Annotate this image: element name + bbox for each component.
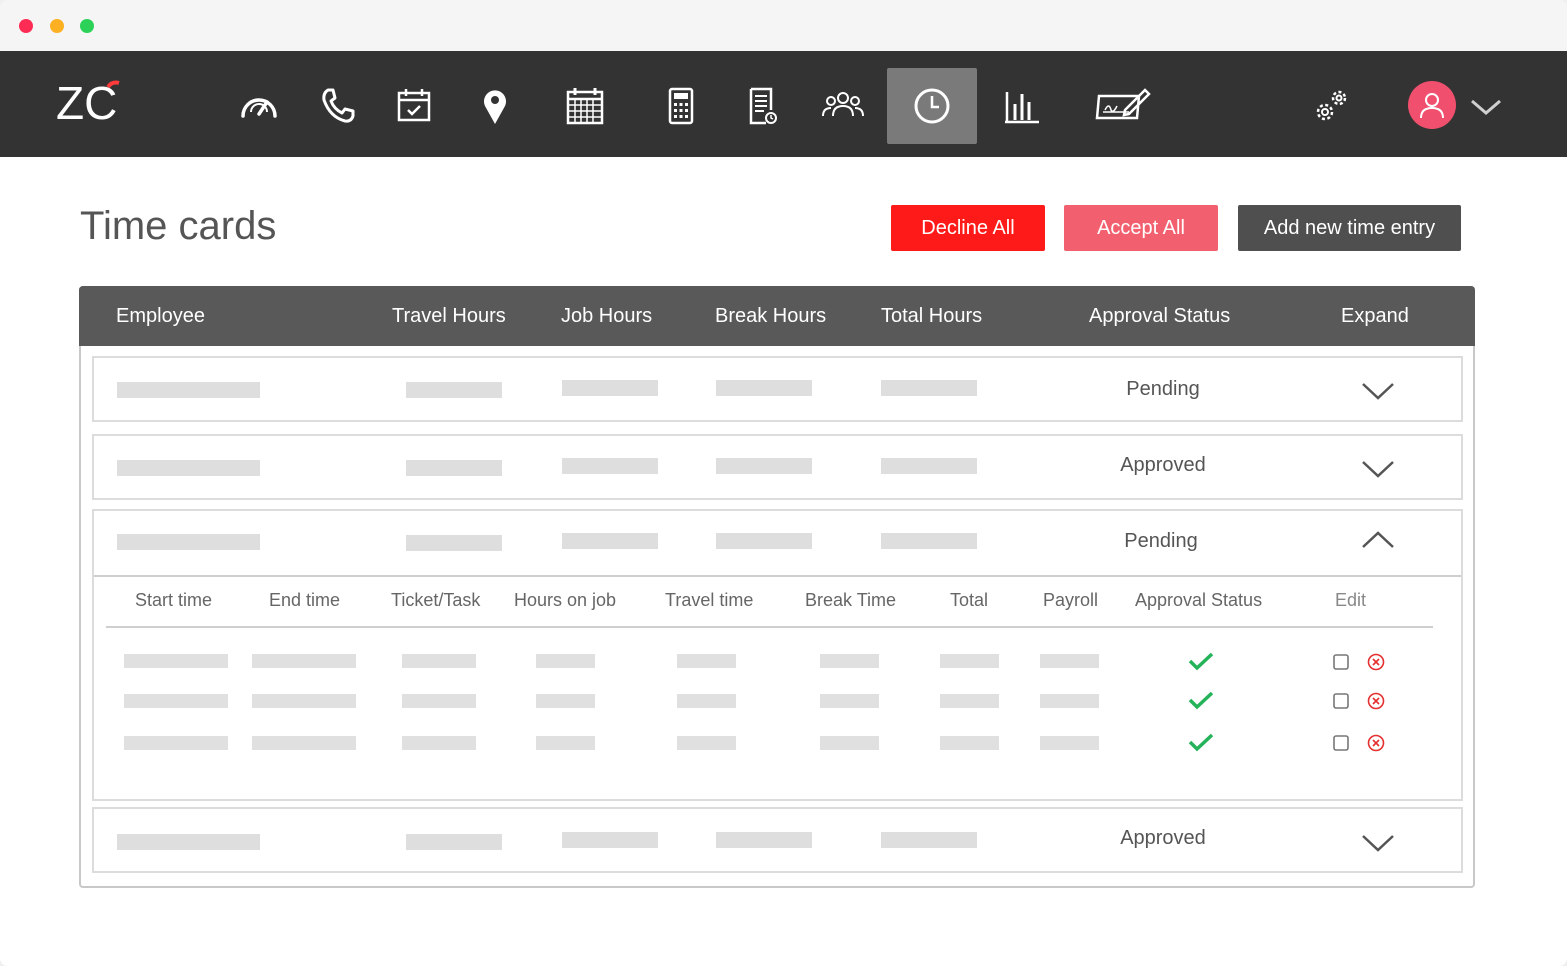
accept-all-button[interactable]: Accept All — [1064, 205, 1218, 251]
header-travel-hours[interactable]: Travel Hours — [392, 286, 506, 346]
table-row[interactable]: Pending — [92, 356, 1463, 422]
total-hours-placeholder — [881, 458, 977, 474]
travel-hours-placeholder — [406, 460, 502, 476]
invoice-icon — [749, 87, 777, 125]
dashboard-nav[interactable] — [214, 68, 304, 144]
chevron-down-icon[interactable] — [1468, 89, 1504, 125]
contracts-nav[interactable] — [1078, 68, 1168, 144]
table-row-expanded[interactable]: Pending Start time End time Ticket/Task … — [92, 509, 1463, 801]
header-total-hours[interactable]: Total Hours — [881, 286, 982, 346]
bar-chart-icon — [1005, 92, 1039, 124]
header-employee[interactable]: Employee — [116, 286, 205, 346]
subheader-hours-on-job: Hours on job — [514, 590, 617, 610]
status-badge: Approved — [1120, 827, 1206, 849]
team-icon — [822, 92, 864, 117]
timecards-table: Employee Travel Hours Job Hours Break Ho… — [79, 286, 1475, 888]
subheader-start-time: Start time — [135, 590, 213, 610]
travel-hours-placeholder — [406, 382, 502, 398]
settings-nav[interactable] — [1286, 68, 1376, 144]
status-badge: Pending — [1124, 530, 1198, 552]
header-approval-status[interactable]: Approval Status — [1089, 286, 1230, 346]
subheader-travel-time: Travel time — [665, 590, 754, 610]
employee-placeholder — [117, 460, 260, 476]
subheader-ticket-task: Ticket/Task — [391, 590, 481, 610]
clock-icon — [914, 88, 950, 124]
header-break-hours[interactable]: Break Hours — [715, 286, 826, 346]
travel-hours-placeholder — [406, 535, 502, 551]
invoice-nav[interactable] — [717, 68, 807, 144]
employee-placeholder — [117, 534, 260, 550]
calendar-nav[interactable] — [540, 68, 630, 144]
speedometer-icon — [241, 98, 277, 118]
top-navbar: ZC — [0, 51, 1567, 157]
maximize-window-button[interactable] — [80, 19, 94, 33]
break-hours-placeholder — [716, 533, 812, 549]
approved-check-icon — [1188, 733, 1214, 752]
calendar-grid-icon — [566, 88, 604, 125]
close-window-button[interactable] — [19, 19, 33, 33]
chevron-up-icon[interactable] — [1360, 527, 1396, 551]
decline-all-button[interactable]: Decline All — [891, 205, 1045, 251]
subheader-payroll: Payroll — [1043, 590, 1099, 610]
delete-icon[interactable] — [1366, 652, 1386, 672]
map-nav[interactable] — [450, 68, 540, 144]
table-row[interactable]: Approved — [92, 434, 1463, 500]
minimize-window-button[interactable] — [50, 19, 64, 33]
break-hours-placeholder — [716, 832, 812, 848]
gears-icon — [1316, 90, 1347, 121]
calculator-nav[interactable] — [636, 68, 726, 144]
user-avatar-icon — [1420, 93, 1444, 119]
break-hours-placeholder — [716, 380, 812, 396]
add-time-entry-button[interactable]: Add new time entry — [1238, 205, 1461, 251]
delete-icon[interactable] — [1366, 733, 1386, 753]
phone-icon — [322, 88, 355, 123]
subheader-break-time: Break Time — [805, 590, 897, 610]
status-badge: Approved — [1120, 454, 1206, 476]
break-hours-placeholder — [716, 458, 812, 474]
user-avatar[interactable] — [1408, 81, 1456, 129]
calculator-icon — [668, 87, 694, 125]
edit-icon[interactable] — [1331, 652, 1351, 672]
app-window: ZC Time cards Decline All Accept All Add… — [0, 0, 1567, 966]
timecards-nav[interactable] — [887, 68, 977, 144]
job-hours-placeholder — [562, 533, 658, 549]
schedule-nav[interactable] — [369, 68, 459, 144]
chevron-down-icon[interactable] — [1360, 830, 1396, 854]
header-expand: Expand — [1341, 305, 1409, 327]
chevron-down-icon[interactable] — [1360, 378, 1396, 402]
subheader-approval-status: Approval Status — [1135, 590, 1263, 610]
delete-icon[interactable] — [1366, 691, 1386, 711]
team-nav[interactable] — [798, 68, 888, 144]
title-bar — [0, 0, 1567, 51]
signature-icon — [1095, 88, 1151, 120]
table-row[interactable]: Approved — [92, 807, 1463, 873]
job-hours-placeholder — [562, 458, 658, 474]
job-hours-placeholder — [562, 832, 658, 848]
edit-icon[interactable] — [1331, 733, 1351, 753]
divider — [94, 575, 1461, 577]
page-title: Time cards — [80, 204, 277, 248]
approved-check-icon — [1188, 652, 1214, 671]
total-hours-placeholder — [881, 533, 977, 549]
approved-check-icon — [1188, 691, 1214, 710]
status-badge: Pending — [1126, 378, 1200, 400]
employee-placeholder — [117, 382, 260, 398]
zc-logo[interactable]: ZC — [56, 77, 126, 129]
subheader-edit: Edit — [1335, 590, 1367, 610]
edit-icon[interactable] — [1331, 691, 1351, 711]
subheader-end-time: End time — [269, 590, 341, 610]
job-hours-placeholder — [562, 380, 658, 396]
location-pin-icon — [484, 90, 506, 124]
chevron-down-icon[interactable] — [1360, 456, 1396, 480]
divider — [106, 626, 1433, 628]
travel-hours-placeholder — [406, 834, 502, 850]
employee-placeholder — [117, 834, 260, 850]
calendar-check-icon — [397, 89, 431, 122]
table-header: Employee Travel Hours Job Hours Break Ho… — [79, 286, 1475, 346]
total-hours-placeholder — [881, 380, 977, 396]
header-job-hours[interactable]: Job Hours — [561, 286, 652, 346]
reports-nav[interactable] — [976, 68, 1066, 144]
total-hours-placeholder — [881, 832, 977, 848]
subheader-total: Total — [950, 590, 989, 610]
